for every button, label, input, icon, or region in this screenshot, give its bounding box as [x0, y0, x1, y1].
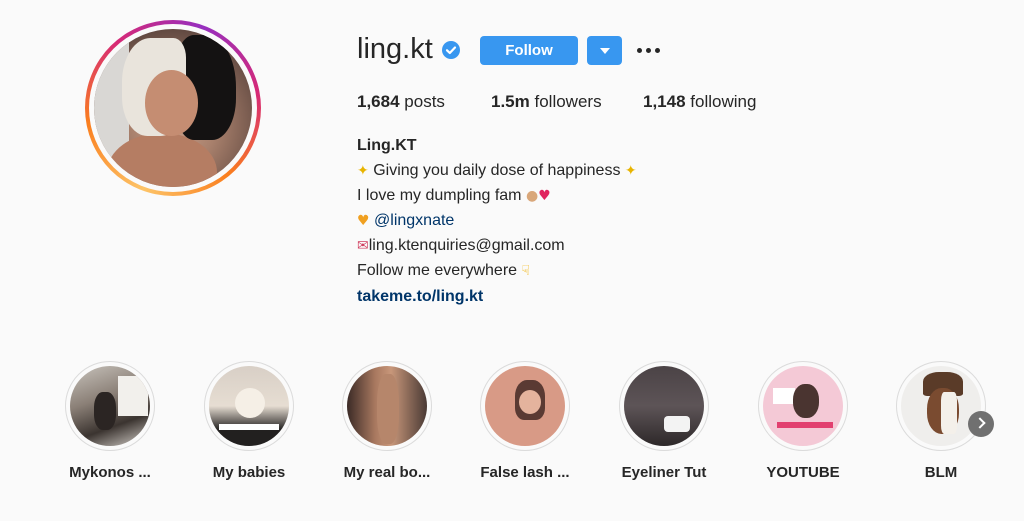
highlight-false-lash-image — [485, 366, 565, 446]
bio-line-5-text: Follow me everywhere — [357, 262, 518, 279]
more-options-button[interactable] — [636, 40, 662, 60]
highlights-next-button[interactable] — [968, 411, 994, 437]
pointing-down-emoji-icon: ☟ — [521, 263, 531, 279]
highlight-label: Eyeliner Tut — [621, 464, 707, 481]
posts-number: 1,684 — [357, 92, 400, 111]
highlight-false-lash[interactable]: False lash ... — [450, 361, 600, 481]
avatar-image — [94, 29, 252, 187]
highlight-mykonos[interactable]: Mykonos ... — [35, 361, 185, 481]
bio-mention-link[interactable]: @lingxnate — [374, 212, 454, 229]
avatar-border — [89, 24, 257, 192]
highlight-youtube[interactable]: YOUTUBE — [728, 361, 878, 481]
highlight-cover — [619, 361, 709, 451]
highlight-babies[interactable]: My babies — [174, 361, 324, 481]
chevron-down-icon — [600, 48, 610, 54]
heart-emoji-icon: ♥ — [538, 188, 551, 204]
more-dot-icon — [646, 48, 651, 53]
highlight-real-body-image — [347, 366, 427, 446]
posts-label: posts — [404, 92, 445, 111]
followers-label: followers — [534, 92, 602, 111]
more-dot-icon — [637, 48, 642, 53]
profile-avatar[interactable] — [85, 20, 261, 196]
highlight-blm-image — [901, 366, 981, 446]
dizzy-emoji-icon: ✦ — [357, 163, 369, 179]
highlight-label: Mykonos ... — [69, 464, 151, 481]
bio-line-5: Follow me everywhere ☟ — [357, 262, 530, 280]
posts-count: 1,684 posts — [357, 92, 445, 112]
followers-link[interactable]: 1.5m followers — [491, 92, 602, 112]
highlight-youtube-image — [763, 366, 843, 446]
dizzy-emoji-icon: ✦ — [624, 163, 637, 179]
highlight-cover — [480, 361, 570, 451]
bio-line-2-text: I love my dumpling fam — [357, 187, 522, 204]
dumpling-emoji-icon: ● — [525, 188, 539, 204]
bio-line-1: ✦ Giving you daily dose of happiness ✦ — [357, 162, 637, 180]
highlight-babies-image — [209, 366, 289, 446]
following-link[interactable]: 1,148 following — [643, 92, 756, 112]
highlight-mykonos-image — [70, 366, 150, 446]
bio-line-4: ✉ling.ktenquiries@gmail.com — [357, 237, 565, 255]
more-dot-icon — [655, 48, 660, 53]
highlight-cover — [758, 361, 848, 451]
chevron-right-icon — [974, 417, 986, 429]
couple-emoji-icon: ♥ — [357, 213, 370, 229]
bio-full-name: Ling.KT — [357, 137, 417, 154]
profile-username: ling.kt — [357, 33, 433, 65]
highlight-label: YOUTUBE — [766, 464, 840, 481]
highlight-eyeliner-image — [624, 366, 704, 446]
highlight-label: My real bo... — [343, 464, 431, 481]
love-letter-emoji-icon: ✉ — [357, 238, 369, 254]
highlight-label: My babies — [212, 464, 286, 481]
highlight-label: BLM — [924, 464, 958, 481]
bio-website-link[interactable]: takeme.to/ling.kt — [357, 288, 483, 306]
bio-line-1-text: Giving you daily dose of happiness — [373, 162, 621, 179]
highlight-eyeliner[interactable]: Eyeliner Tut — [589, 361, 739, 481]
highlight-cover — [204, 361, 294, 451]
highlight-cover — [342, 361, 432, 451]
suggested-accounts-button[interactable] — [587, 36, 622, 65]
follow-button[interactable]: Follow — [480, 36, 578, 65]
bio-line-2: I love my dumpling fam ●♥ — [357, 187, 551, 205]
bio-email-text: ling.ktenquiries@gmail.com — [368, 237, 565, 254]
verified-badge-icon — [442, 41, 460, 59]
following-label: following — [690, 92, 757, 111]
highlight-real-body[interactable]: My real bo... — [312, 361, 462, 481]
highlight-label: False lash ... — [480, 464, 570, 481]
highlight-cover — [65, 361, 155, 451]
bio-line-3: ♥ @lingxnate — [357, 212, 454, 230]
highlight-cover — [896, 361, 986, 451]
followers-number: 1.5m — [491, 92, 530, 111]
following-number: 1,148 — [643, 92, 686, 111]
